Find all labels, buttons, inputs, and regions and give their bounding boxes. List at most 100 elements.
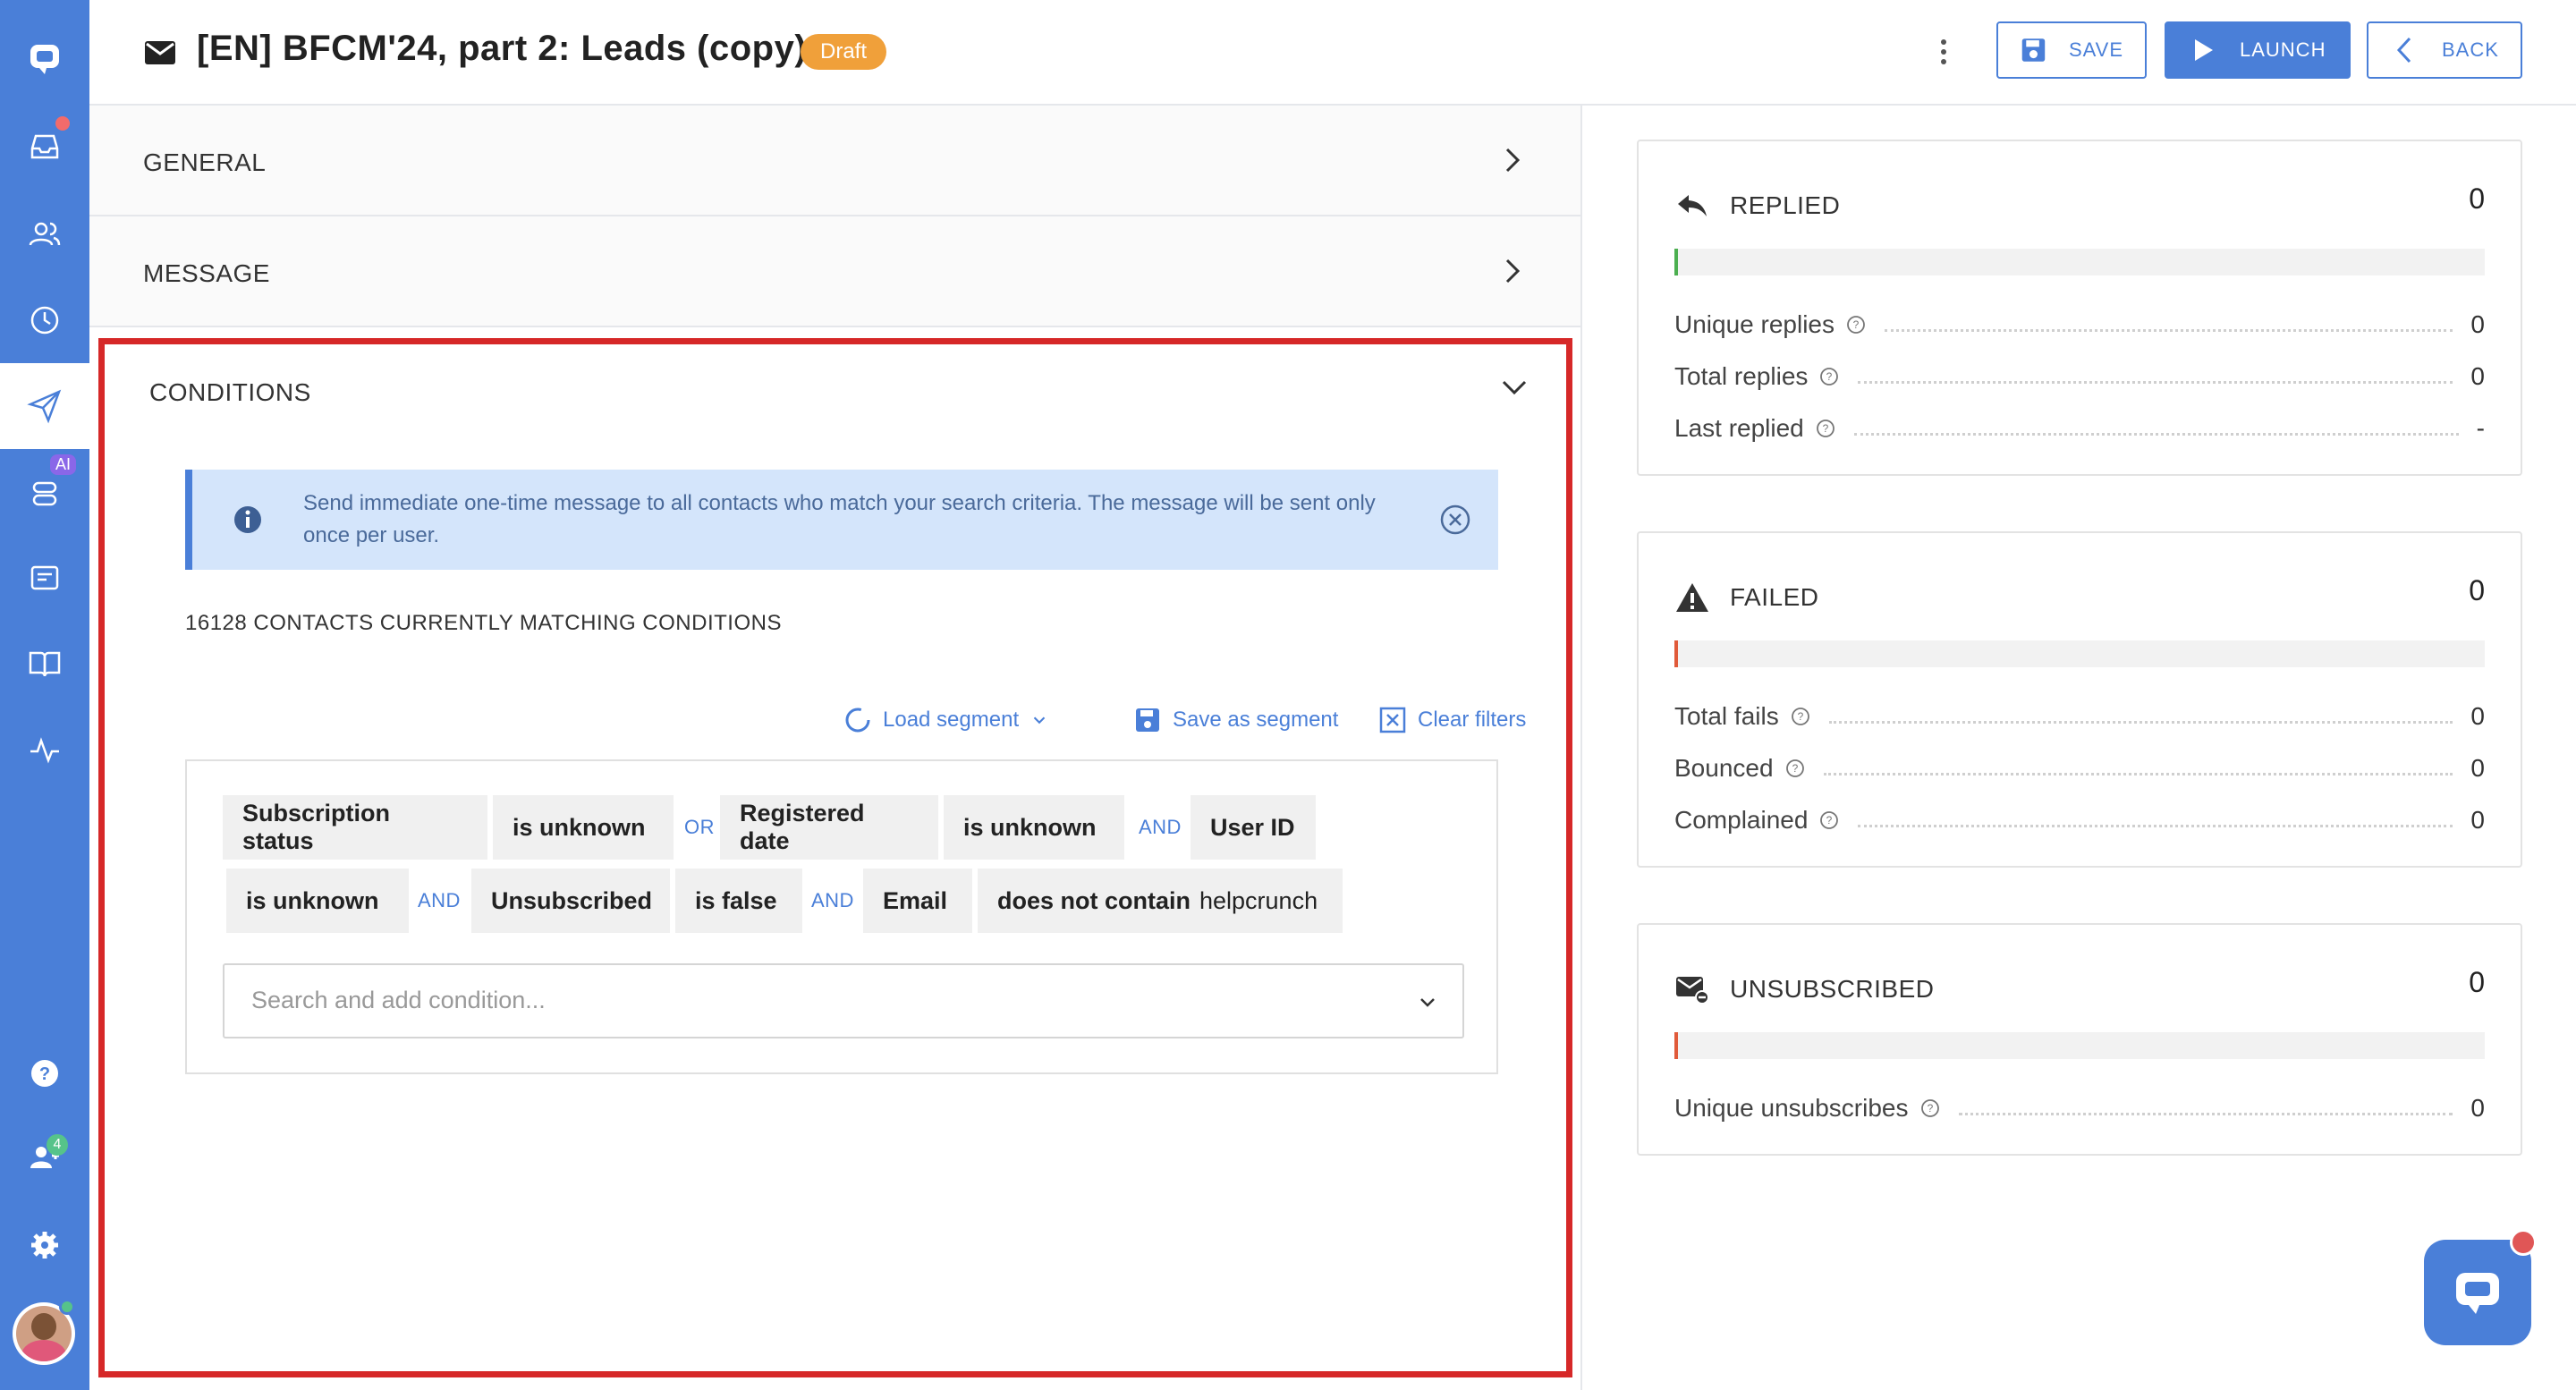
condition-chip[interactable]: Subscription status bbox=[223, 795, 487, 860]
clear-filters-label: Clear filters bbox=[1418, 708, 1527, 732]
launch-label: LAUNCH bbox=[2240, 38, 2326, 61]
nav-help-icon[interactable]: ? bbox=[0, 1030, 89, 1116]
section-message[interactable]: MESSAGE bbox=[89, 216, 1581, 327]
play-icon bbox=[2195, 39, 2213, 61]
launch-button[interactable]: LAUNCH bbox=[2165, 21, 2351, 79]
chevron-down-icon bbox=[1033, 716, 1046, 725]
chevron-down-icon[interactable] bbox=[1498, 371, 1530, 403]
chat-widget-button[interactable] bbox=[2424, 1240, 2531, 1345]
stat-value: 0 bbox=[2470, 754, 2485, 782]
condition-value: helpcrunch bbox=[1199, 886, 1318, 914]
condition-chip[interactable]: is unknown bbox=[493, 795, 674, 860]
svg-text:?: ? bbox=[1792, 762, 1798, 775]
help-circle-icon[interactable]: ? bbox=[1818, 809, 1840, 831]
nav-book-icon[interactable] bbox=[0, 621, 89, 707]
nav-history-icon[interactable] bbox=[0, 277, 89, 363]
condition-chip[interactable]: Email bbox=[863, 869, 972, 933]
nav-campaigns-icon[interactable] bbox=[0, 363, 89, 449]
nav-knowledge-icon[interactable] bbox=[0, 535, 89, 621]
stat-label: Total replies bbox=[1674, 362, 1809, 390]
stat-value: - bbox=[2476, 414, 2485, 442]
card-title: FAILED bbox=[1730, 583, 1819, 611]
stats-rows: Unique replies ? 0 Total replies ? 0 Las… bbox=[1674, 299, 2485, 454]
nav-activity-icon[interactable] bbox=[0, 707, 89, 792]
condition-chip[interactable]: Registered date bbox=[720, 795, 938, 860]
online-status-dot bbox=[59, 1299, 75, 1315]
progress-bar bbox=[1674, 640, 2485, 667]
chevron-right-icon bbox=[1505, 259, 1521, 284]
help-circle-icon[interactable]: ? bbox=[1784, 758, 1806, 779]
logic-operator[interactable]: AND bbox=[811, 869, 854, 933]
progress-bar bbox=[1674, 1032, 2485, 1059]
info-icon bbox=[234, 506, 261, 533]
svg-text:?: ? bbox=[1826, 370, 1833, 383]
help-circle-icon[interactable]: ? bbox=[1790, 706, 1811, 727]
help-circle-icon[interactable]: ? bbox=[1919, 1098, 1941, 1119]
stat-row: Total fails ? 0 bbox=[1674, 691, 2485, 742]
logic-operator[interactable]: AND bbox=[1139, 795, 1182, 860]
section-general[interactable]: GENERAL bbox=[89, 106, 1581, 216]
card-header: FAILED bbox=[1674, 580, 1818, 615]
stat-value: 0 bbox=[2470, 806, 2485, 834]
close-icon[interactable] bbox=[1439, 504, 1471, 536]
help-circle-icon[interactable]: ? bbox=[1845, 314, 1867, 335]
logic-operator[interactable]: OR bbox=[684, 795, 715, 860]
stat-row: Last replied ? - bbox=[1674, 403, 2485, 454]
floppy-disk-icon bbox=[2021, 38, 2046, 62]
info-banner: Send immediate one-time message to all c… bbox=[185, 470, 1498, 570]
nav-contacts-icon[interactable] bbox=[0, 191, 89, 277]
card-count: 0 bbox=[2469, 574, 2485, 606]
save-button[interactable]: SAVE bbox=[1996, 21, 2147, 79]
condition-chip[interactable]: Unsubscribed bbox=[471, 869, 670, 933]
more-options-icon[interactable] bbox=[1935, 34, 1953, 70]
condition-chip[interactable]: is false bbox=[675, 869, 802, 933]
svg-text:?: ? bbox=[1822, 422, 1828, 435]
help-circle-icon[interactable]: ? bbox=[1818, 366, 1840, 387]
app-logo-icon[interactable] bbox=[0, 16, 89, 102]
condition-operator: does not contain bbox=[997, 886, 1191, 914]
card-title: UNSUBSCRIBED bbox=[1730, 975, 1935, 1003]
nav-team-icon[interactable] bbox=[0, 1115, 89, 1200]
help-circle-icon[interactable]: ? bbox=[1815, 418, 1836, 439]
chevron-left-icon bbox=[2396, 37, 2411, 64]
svg-text:?: ? bbox=[1853, 318, 1860, 331]
stat-value: 0 bbox=[2470, 362, 2485, 390]
clear-filters-button[interactable]: Clear filters bbox=[1378, 706, 1526, 734]
status-badge: Draft bbox=[801, 34, 887, 70]
condition-chip[interactable]: does not contain helpcrunch bbox=[978, 869, 1343, 933]
inbox-notification-dot bbox=[55, 116, 70, 131]
loading-circle-icon bbox=[845, 708, 870, 733]
card-count: 0 bbox=[2469, 182, 2485, 215]
svg-text:?: ? bbox=[1927, 1102, 1933, 1115]
stat-row: Total replies ? 0 bbox=[1674, 351, 2485, 403]
stat-row: Unique unsubscribes ? 0 bbox=[1674, 1082, 2485, 1134]
stat-label: Last replied bbox=[1674, 414, 1804, 442]
nav-inbox-icon[interactable] bbox=[0, 104, 89, 190]
stats-card-failed: FAILED 0 Total fails ? 0 Bounced ? 0 Com… bbox=[1637, 531, 2522, 868]
back-button[interactable]: BACK bbox=[2367, 21, 2522, 79]
add-condition-placeholder: Search and add condition... bbox=[251, 987, 546, 1013]
load-segment-label: Load segment bbox=[883, 708, 1020, 732]
condition-chip[interactable]: User ID bbox=[1191, 795, 1316, 860]
nav-settings-icon[interactable] bbox=[0, 1202, 89, 1288]
section-conditions-label[interactable]: CONDITIONS bbox=[149, 378, 311, 407]
card-title: REPLIED bbox=[1730, 191, 1841, 219]
save-segment-label: Save as segment bbox=[1173, 708, 1339, 732]
save-segment-button[interactable]: Save as segment bbox=[1133, 706, 1338, 734]
svg-text:?: ? bbox=[1797, 710, 1803, 723]
condition-chip[interactable]: is unknown bbox=[944, 795, 1124, 860]
progress-bar bbox=[1674, 249, 2485, 275]
logic-operator[interactable]: AND bbox=[418, 869, 461, 933]
chat-icon bbox=[2456, 1273, 2499, 1314]
save-label: SAVE bbox=[2068, 38, 2123, 61]
condition-chip[interactable]: is unknown bbox=[226, 869, 409, 933]
info-text: Send immediate one-time message to all c… bbox=[303, 491, 1376, 547]
load-segment-button[interactable]: Load segment bbox=[843, 706, 1049, 734]
add-condition-select[interactable]: Search and add condition... bbox=[223, 963, 1464, 1038]
chevron-down-icon bbox=[1420, 998, 1435, 1007]
reply-icon bbox=[1678, 195, 1707, 216]
card-header: REPLIED bbox=[1674, 188, 1840, 224]
card-header: UNSUBSCRIBED bbox=[1674, 971, 1934, 1007]
stat-row: Complained ? 0 bbox=[1674, 794, 2485, 846]
campaign-editor: GENERAL MESSAGE CONDITIONS Send immediat… bbox=[89, 106, 1581, 1390]
